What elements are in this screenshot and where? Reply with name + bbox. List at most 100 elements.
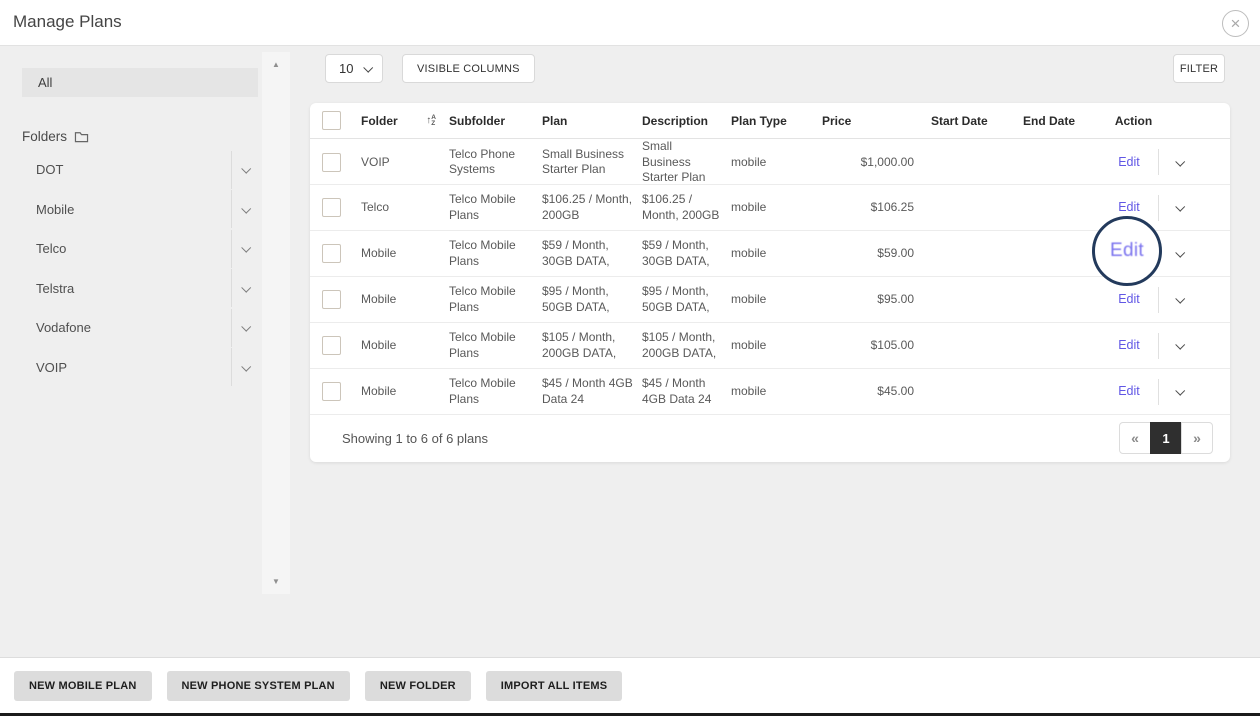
sidebar-item-telstra[interactable]: Telstra [22, 269, 258, 309]
cell-folder: Telco [352, 200, 440, 216]
scroll-up-icon[interactable]: ▲ [262, 60, 290, 69]
divider [1158, 149, 1159, 175]
sidebar-item-mobile[interactable]: Mobile [22, 190, 258, 230]
edit-link[interactable]: Edit [1118, 292, 1140, 306]
chevron-down-icon[interactable] [241, 283, 251, 293]
cell-folder: Mobile [352, 338, 440, 354]
row-checkbox[interactable] [322, 153, 341, 172]
chevron-down-icon[interactable] [241, 322, 251, 332]
column-header-action: Action [1100, 114, 1158, 128]
chevron-down-icon[interactable] [241, 362, 251, 372]
pagination-next-button[interactable]: » [1181, 422, 1213, 454]
cell-folder: VOIP [352, 155, 440, 171]
row-checkbox[interactable] [322, 290, 341, 309]
page-title: Manage Plans [13, 12, 122, 32]
table-row: Mobile Telco Mobile Plans $95 / Month, 5… [310, 277, 1230, 323]
row-expand-button[interactable] [1176, 292, 1183, 308]
sidebar-item-dot[interactable]: DOT [22, 150, 258, 190]
close-button[interactable]: × [1222, 10, 1249, 37]
cell-plan: $106.25 / Month, 200GB [533, 192, 633, 223]
column-header-folder-label: Folder [361, 114, 398, 128]
cell-description: Small Business Starter Plan [633, 139, 722, 186]
new-mobile-plan-button[interactable]: NEW MOBILE PLAN [14, 671, 152, 701]
chevron-down-icon [1175, 340, 1185, 350]
visible-columns-button[interactable]: VISIBLE COLUMNS [402, 54, 535, 83]
new-folder-button[interactable]: NEW FOLDER [365, 671, 471, 701]
sidebar-scrollbar[interactable]: ▲ ▼ [262, 52, 290, 594]
chevron-down-icon[interactable] [241, 204, 251, 214]
scroll-down-icon[interactable]: ▼ [262, 577, 290, 586]
sidebar-item-vodafone[interactable]: Vodafone [22, 308, 258, 348]
column-header-plan[interactable]: Plan [533, 114, 633, 128]
edit-link[interactable]: Edit [1118, 384, 1140, 398]
column-header-end-date[interactable]: End Date [1014, 114, 1100, 128]
edit-link[interactable]: Edit [1118, 200, 1140, 214]
cell-price: $45.00 [800, 384, 922, 400]
cell-price: $95.00 [800, 292, 922, 308]
divider [1158, 379, 1159, 405]
new-phone-system-plan-button[interactable]: NEW PHONE SYSTEM PLAN [167, 671, 350, 701]
cell-price: $1,000.00 [800, 155, 922, 171]
column-header-description[interactable]: Description [633, 114, 722, 128]
table-body: VOIP Telco Phone Systems Small Business … [310, 139, 1230, 415]
cell-description: $106.25 / Month, 200GB [633, 192, 722, 223]
row-checkbox[interactable] [322, 244, 341, 263]
row-checkbox[interactable] [322, 198, 341, 217]
plans-table: Folder ↑ AZ Subfolder Plan Description P… [310, 103, 1230, 462]
row-checkbox[interactable] [322, 382, 341, 401]
sidebar-item-all[interactable]: All [22, 68, 258, 97]
table-row: VOIP Telco Phone Systems Small Business … [310, 139, 1230, 185]
edit-link[interactable]: Edit [1118, 155, 1140, 169]
column-header-start-date[interactable]: Start Date [922, 114, 1014, 128]
filter-button[interactable]: FILTER [1173, 54, 1225, 83]
folder-item-label: Telstra [22, 281, 231, 296]
folder-item-label: Telco [22, 241, 231, 256]
chevron-down-icon [1175, 294, 1185, 304]
folder-item-label: Vodafone [22, 320, 231, 335]
page-size-select[interactable]: 10 [325, 54, 383, 83]
close-icon: × [1231, 15, 1241, 32]
sidebar-item-voip[interactable]: VOIP [22, 348, 258, 388]
cell-folder: Mobile [352, 384, 440, 400]
double-chevron-right-icon: » [1193, 430, 1201, 446]
page-size-value: 10 [339, 61, 353, 76]
column-header-price[interactable]: Price [800, 114, 922, 128]
chevron-down-icon [1175, 386, 1185, 396]
pagination-page-1[interactable]: 1 [1150, 422, 1182, 454]
edit-link-magnified[interactable]: Edit [1110, 240, 1144, 262]
import-all-items-button[interactable]: IMPORT ALL ITEMS [486, 671, 622, 701]
cell-subfolder: Telco Mobile Plans [440, 376, 533, 407]
cell-plan: $45 / Month 4GB Data 24 [533, 376, 633, 407]
edit-highlight-circle[interactable]: Edit [1092, 216, 1162, 286]
cell-subfolder: Telco Mobile Plans [440, 238, 533, 269]
folder-icon [74, 130, 89, 143]
sort-alpha-icon[interactable]: ↑ AZ [426, 115, 436, 127]
cell-plan-type: mobile [722, 292, 800, 308]
double-chevron-left-icon: « [1131, 430, 1139, 446]
cell-plan: $59 / Month, 30GB DATA, [533, 238, 633, 269]
row-expand-button[interactable] [1176, 200, 1183, 216]
row-expand-button[interactable] [1176, 246, 1183, 262]
select-all-checkbox[interactable] [322, 111, 341, 130]
column-header-plan-type[interactable]: Plan Type [722, 114, 800, 128]
cell-description: $105 / Month, 200GB DATA, [633, 330, 722, 361]
cell-plan-type: mobile [722, 338, 800, 354]
cell-plan-type: mobile [722, 384, 800, 400]
chevron-down-icon [1175, 248, 1185, 258]
row-checkbox[interactable] [322, 336, 341, 355]
folder-item-label: DOT [22, 162, 231, 177]
cell-subfolder: Telco Mobile Plans [440, 192, 533, 223]
row-expand-button[interactable] [1176, 155, 1183, 171]
table-footer: Showing 1 to 6 of 6 plans « 1 » [310, 415, 1230, 461]
cell-plan-type: mobile [722, 246, 800, 262]
pagination-prev-button[interactable]: « [1119, 422, 1151, 454]
divider [1158, 195, 1159, 221]
column-header-folder[interactable]: Folder ↑ AZ [352, 114, 440, 128]
chevron-down-icon[interactable] [241, 243, 251, 253]
sidebar-item-telco[interactable]: Telco [22, 229, 258, 269]
edit-link[interactable]: Edit [1118, 338, 1140, 352]
row-expand-button[interactable] [1176, 338, 1183, 354]
column-header-subfolder[interactable]: Subfolder [440, 114, 533, 128]
row-expand-button[interactable] [1176, 384, 1183, 400]
chevron-down-icon[interactable] [241, 164, 251, 174]
